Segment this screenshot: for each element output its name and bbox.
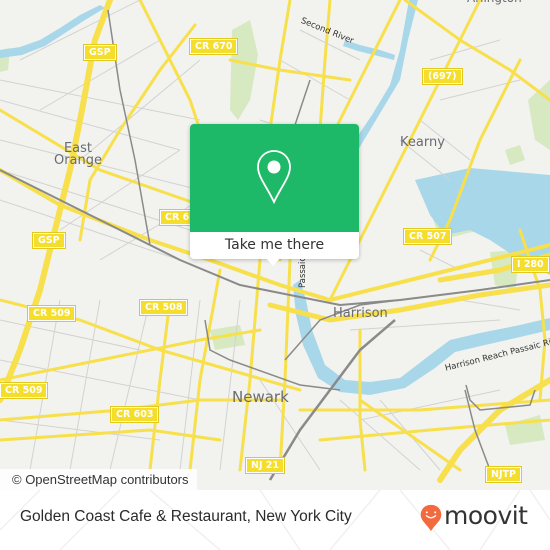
moovit-brand[interactable]: moovit <box>444 502 528 530</box>
popup-pointer <box>266 258 280 266</box>
destination-popup[interactable]: Take me there <box>190 124 359 266</box>
footer: Golden Coast Cafe & Restaurant, New York… <box>0 490 550 550</box>
place-label-text: East Orange <box>53 141 103 168</box>
road-shield-njtp: NJTP <box>485 466 522 483</box>
road-shield-cr507: CR 507 <box>402 228 453 245</box>
place-label-arlington: Arlington <box>467 0 522 5</box>
road-shield-cr670: CR 670 <box>188 38 239 55</box>
take-me-there-button[interactable]: Take me there <box>190 232 359 259</box>
road <box>403 0 550 102</box>
moovit-logo-icon <box>420 504 442 532</box>
map-attribution[interactable]: © OpenStreetMap contributors <box>0 469 197 490</box>
popup-header[interactable] <box>190 124 359 232</box>
road-shield-nj21: NJ 21 <box>244 457 286 474</box>
park-area <box>505 145 525 165</box>
road <box>278 258 292 472</box>
place-label-newark: Newark <box>232 388 289 406</box>
road <box>148 298 172 472</box>
road <box>267 282 550 323</box>
place-label-kearny: Kearny <box>400 135 445 150</box>
road-shield-gsp: GSP <box>32 232 66 249</box>
road-shield-cr509: CR 509 <box>0 382 49 399</box>
location-pin-icon <box>257 150 291 205</box>
road-shield-i280: I 280 <box>511 256 550 273</box>
park-area <box>230 20 258 120</box>
place-title: Golden Coast Cafe & Restaurant, New York… <box>20 508 352 525</box>
map[interactable]: East Orange Kearny Harrison Newark Arlin… <box>0 0 550 490</box>
road-shield-cr509: CR 509 <box>26 305 77 322</box>
road <box>318 0 332 132</box>
road-shield-cr603: CR 603 <box>109 406 160 423</box>
road-shield-697: (697) <box>422 68 463 85</box>
place-label-harrison: Harrison <box>333 306 388 321</box>
road-shield-gsp: GSP <box>83 44 117 61</box>
road-shield-cr508: CR 508 <box>138 299 189 316</box>
road <box>0 428 222 442</box>
place-label-east-orange: East Orange <box>48 141 108 168</box>
